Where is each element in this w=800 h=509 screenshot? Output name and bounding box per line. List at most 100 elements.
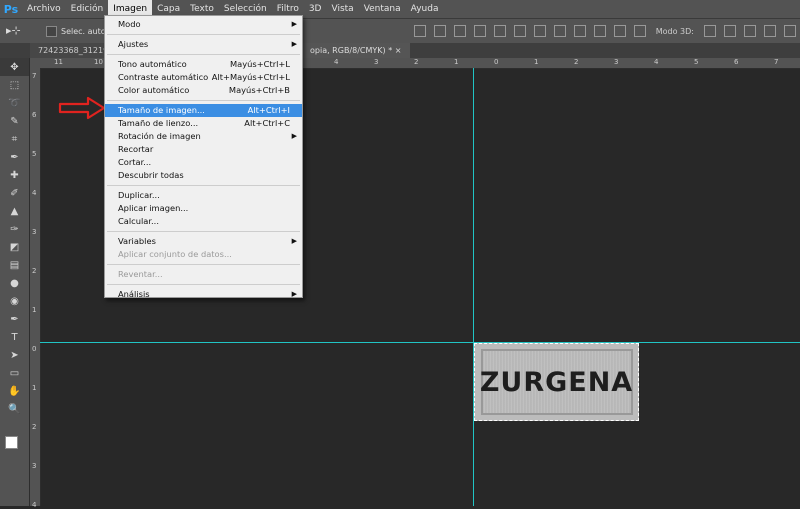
move-tool-preset-icon[interactable]: ▸⊹ <box>6 22 36 40</box>
ruler-tick-label: 1 <box>32 306 37 314</box>
menu-item-label: Cortar... <box>118 157 152 167</box>
align-top-icon[interactable] <box>413 25 426 37</box>
marquee-icon[interactable]: ⬚ <box>0 76 29 94</box>
ruler-tick-label: 5 <box>694 58 699 66</box>
menu-item-tamano-de-imagen[interactable]: Tamaño de imagen... Alt+Ctrl+I <box>105 104 302 117</box>
distribute-bottom-icon[interactable] <box>573 25 586 37</box>
menu-item-analisis[interactable]: Análisis ▶ <box>105 288 302 301</box>
ruler-tick-label: 11 <box>54 58 63 66</box>
sign-plate: ZURGENA <box>480 349 633 415</box>
ruler-tick-label: 2 <box>32 267 37 275</box>
distribute-left-icon[interactable] <box>593 25 606 37</box>
menu-archivo[interactable]: Archivo <box>22 0 66 18</box>
guide-horizontal[interactable] <box>40 342 800 343</box>
slide-3d-icon[interactable] <box>764 25 776 37</box>
distribute-top-icon[interactable] <box>533 25 546 37</box>
menu-item-label: Descubrir todas <box>118 170 184 180</box>
zoom-icon[interactable]: 🔍 <box>0 400 29 418</box>
menu-ayuda[interactable]: Ayuda <box>406 0 444 18</box>
menu-item-aplicar-imagen[interactable]: Aplicar imagen... <box>105 202 302 215</box>
rotate-3d-icon[interactable] <box>704 25 716 37</box>
menu-item-contraste-automatico[interactable]: Contraste automático Alt+Mayús+Ctrl+L <box>105 71 302 84</box>
toolbox: ✥ ⬚ ➰ ✎ ⌗ ✒ ✚ ✐ ▲ ✑ ◩ ▤ ● ◉ ✒ T ➤ ▭ ✋ 🔍 <box>0 58 30 506</box>
ruler-tick-label: 2 <box>32 423 37 431</box>
ruler-tick-label: 7 <box>32 72 37 80</box>
menu-ventana[interactable]: Ventana <box>359 0 406 18</box>
document-tab-2-label: opia, RGB/8/CMYK) * <box>310 46 393 55</box>
shape-icon[interactable]: ▭ <box>0 364 29 382</box>
healing-brush-icon[interactable]: ✚ <box>0 166 29 184</box>
menu-item-modo[interactable]: Modo ▶ <box>105 18 302 31</box>
distribute-hcenter-icon[interactable] <box>613 25 626 37</box>
distribute-vcenter-icon[interactable] <box>553 25 566 37</box>
menu-item-label: Tamaño de lienzo... <box>118 118 199 128</box>
menu-3d[interactable]: 3D <box>304 0 327 18</box>
ruler-tick-label: 3 <box>32 462 37 470</box>
guide-vertical[interactable] <box>473 68 474 506</box>
menu-item-descubrir-todas[interactable]: Descubrir todas <box>105 169 302 182</box>
menu-item-variables[interactable]: Variables ▶ <box>105 235 302 248</box>
menu-item-cortar[interactable]: Cortar... <box>105 156 302 169</box>
align-right-icon[interactable] <box>513 25 526 37</box>
close-tab-icon[interactable]: × <box>395 46 402 55</box>
eyedropper-icon[interactable]: ✒ <box>0 148 29 166</box>
menu-item-label: Contraste automático <box>118 72 209 82</box>
menu-item-shortcut: Alt+Ctrl+I <box>247 105 290 115</box>
menu-item-label: Ajustes <box>118 39 149 49</box>
canvas-image[interactable]: ZURGENA <box>474 343 639 421</box>
ruler-tick-label: 4 <box>334 58 339 66</box>
menu-item-recortar[interactable]: Recortar <box>105 143 302 156</box>
eraser-icon[interactable]: ◩ <box>0 238 29 256</box>
menu-separator <box>107 54 300 55</box>
align-vcenter-icon[interactable] <box>433 25 446 37</box>
menu-item-label: Aplicar imagen... <box>118 203 189 213</box>
submenu-arrow-icon: ▶ <box>291 132 297 140</box>
imagen-menu: Modo ▶ Ajustes ▶ Tono automático Mayús+Ctrl+L… <box>104 15 303 301</box>
align-left-icon[interactable] <box>473 25 486 37</box>
submenu-arrow-icon: ▶ <box>291 20 297 28</box>
scale-3d-icon[interactable] <box>784 25 796 37</box>
blur-icon[interactable]: ● <box>0 274 29 292</box>
quick-select-icon[interactable]: ✎ <box>0 112 29 130</box>
ruler-tick-label: 7 <box>774 58 779 66</box>
hand-icon[interactable]: ✋ <box>0 382 29 400</box>
distribute-right-icon[interactable] <box>633 25 646 37</box>
menu-vista[interactable]: Vista <box>326 0 358 18</box>
document-tab-2[interactable]: opia, RGB/8/CMYK) * × <box>302 43 410 58</box>
type-icon[interactable]: T <box>0 328 29 346</box>
annotation-arrow-icon <box>58 96 106 120</box>
align-hcenter-icon[interactable] <box>493 25 506 37</box>
menu-item-duplicar[interactable]: Duplicar... <box>105 189 302 202</box>
mode-3d-label: Modo 3D: <box>655 26 694 36</box>
menu-item-calcular[interactable]: Calcular... <box>105 215 302 228</box>
move-icon[interactable]: ✥ <box>0 58 29 76</box>
menu-item-label: Calcular... <box>118 216 159 226</box>
menu-item-shortcut: Mayús+Ctrl+L <box>229 59 290 69</box>
menu-separator <box>107 185 300 186</box>
pen-icon[interactable]: ✒ <box>0 310 29 328</box>
stamp-icon[interactable]: ▲ <box>0 202 29 220</box>
ruler-tick-label: 10 <box>94 58 103 66</box>
ruler-tick-label: 4 <box>32 189 37 197</box>
menu-item-ajustes[interactable]: Ajustes ▶ <box>105 38 302 51</box>
pan-3d-icon[interactable] <box>744 25 756 37</box>
auto-select-checkbox[interactable] <box>46 25 57 37</box>
align-bottom-icon[interactable] <box>453 25 466 37</box>
brush-icon[interactable]: ✐ <box>0 184 29 202</box>
dodge-icon[interactable]: ◉ <box>0 292 29 310</box>
gradient-icon[interactable]: ▤ <box>0 256 29 274</box>
lasso-icon[interactable]: ➰ <box>0 94 29 112</box>
crop-icon[interactable]: ⌗ <box>0 130 29 148</box>
menu-separator <box>107 100 300 101</box>
menu-item-rotacion-de-imagen[interactable]: Rotación de imagen ▶ <box>105 130 302 143</box>
menu-item-color-automatico[interactable]: Color automático Mayús+Ctrl+B <box>105 84 302 97</box>
ruler-vertical[interactable]: 7 6 5 4 3 2 1 0 1 2 3 4 <box>30 68 41 509</box>
menu-edicion[interactable]: Edición <box>66 0 109 18</box>
menu-item-tamano-de-lienzo[interactable]: Tamaño de lienzo... Alt+Ctrl+C <box>105 117 302 130</box>
roll-3d-icon[interactable] <box>724 25 736 37</box>
ruler-tick-label: 3 <box>614 58 619 66</box>
menu-item-tono-automatico[interactable]: Tono automático Mayús+Ctrl+L <box>105 58 302 71</box>
path-select-icon[interactable]: ➤ <box>0 346 29 364</box>
foreground-color-swatch[interactable] <box>5 436 18 449</box>
history-brush-icon[interactable]: ✑ <box>0 220 29 238</box>
